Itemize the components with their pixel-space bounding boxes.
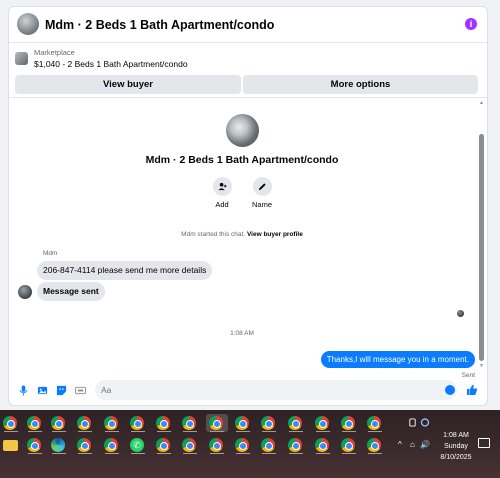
clock-time: 1:08 AM: [443, 432, 469, 439]
show-hidden-icons-chevron-icon[interactable]: ^: [398, 440, 402, 449]
chrome-icon[interactable]: [338, 414, 360, 432]
gif-icon[interactable]: [75, 385, 86, 396]
message-input[interactable]: [95, 380, 457, 400]
chrome-icon[interactable]: [48, 414, 70, 432]
marketplace-label: Marketplace: [34, 48, 75, 57]
pencil-icon: [252, 177, 272, 196]
network-icon[interactable]: ⌂: [410, 440, 415, 449]
chrome-icon[interactable]: [258, 436, 280, 454]
chrome-icon[interactable]: [127, 414, 149, 432]
add-button[interactable]: Add: [207, 177, 237, 209]
chrome-icon[interactable]: [153, 436, 175, 454]
thumbs-up-icon[interactable]: [466, 384, 478, 396]
conversation-title: Mdm · 2 Beds 1 Bath Apartment/condo: [145, 154, 339, 166]
scrollbar-thumb[interactable]: [479, 134, 484, 361]
listing-avatar[interactable]: [17, 13, 39, 35]
listing-thumbnail[interactable]: [15, 52, 28, 65]
clock-day: Sunday: [444, 443, 468, 450]
scroll-up-arrow-icon[interactable]: ▲: [479, 100, 484, 106]
taskbar: ✆ 1:08 AM Sunday 8/10/2025 ^ ⌂ 🔊: [0, 410, 500, 478]
listing-price-title[interactable]: $1,040 - 2 Beds 1 Bath Apartment/condo: [34, 59, 188, 69]
chat-header: Mdm · 2 Beds 1 Bath Apartment/condo i: [9, 7, 487, 43]
sender-avatar[interactable]: [18, 285, 32, 299]
outgoing-message[interactable]: Thanks,I will message you in a moment.: [320, 351, 475, 368]
chrome-icon[interactable]: [206, 436, 228, 454]
chrome-icon[interactable]: [232, 436, 254, 454]
name-label: Name: [251, 200, 272, 209]
chrome-icon[interactable]: [74, 436, 96, 454]
chrome-icon[interactable]: [364, 436, 386, 454]
system-tray: 1:08 AM Sunday 8/10/2025 ^ ⌂ 🔊: [396, 410, 500, 478]
chrome-icon[interactable]: [364, 414, 386, 432]
chat-header-title[interactable]: Mdm · 2 Beds 1 Bath Apartment/condo: [45, 18, 274, 32]
chrome-icon[interactable]: [101, 436, 123, 454]
chrome-icon[interactable]: [179, 414, 201, 432]
conversation-avatar: [226, 114, 259, 147]
tablet-icon[interactable]: [408, 418, 417, 427]
edge-icon[interactable]: [48, 436, 70, 454]
incoming-message[interactable]: Message sent: [37, 282, 105, 301]
sender-name: Mdm: [43, 250, 58, 257]
message-timestamp: 1:08 AM: [230, 330, 254, 337]
chrome-icon[interactable]: [153, 414, 175, 432]
chrome-icon[interactable]: [312, 436, 334, 454]
system-message: Mdm started this chat. View buyer profil…: [9, 231, 475, 238]
view-buyer-profile-link[interactable]: View buyer profile: [247, 231, 303, 238]
system-message-text: Mdm started this chat.: [181, 231, 246, 238]
sticker-icon[interactable]: [56, 385, 67, 396]
sync-icon[interactable]: [420, 418, 430, 427]
scroll-down-arrow-icon[interactable]: ▼: [479, 363, 484, 369]
file-explorer-icon[interactable]: [0, 436, 22, 454]
chrome-icon[interactable]: [24, 414, 46, 432]
photo-icon[interactable]: [37, 385, 48, 396]
chrome-icon[interactable]: [101, 414, 123, 432]
chat-window: Mdm · 2 Beds 1 Bath Apartment/condo i Ma…: [8, 6, 488, 406]
more-options-button[interactable]: More options: [243, 75, 478, 94]
message-list[interactable]: ▲ ▼ Mdm · 2 Beds 1 Bath Apartment/condo …: [9, 97, 487, 379]
chrome-icon[interactable]: [338, 436, 360, 454]
name-button[interactable]: Name: [247, 177, 277, 209]
view-buyer-button[interactable]: View buyer: [15, 75, 241, 94]
notification-icon[interactable]: [478, 438, 490, 448]
composer-bar: [9, 374, 487, 405]
chrome-icon[interactable]: [258, 414, 280, 432]
volume-icon[interactable]: 🔊: [420, 440, 430, 449]
chrome-icon[interactable]: [285, 414, 307, 432]
chrome-icon[interactable]: [232, 414, 254, 432]
whatsapp-icon[interactable]: ✆: [127, 436, 149, 454]
incoming-message[interactable]: 206-847-4114 please send me more details: [37, 261, 213, 280]
add-person-icon: [212, 177, 232, 196]
info-icon[interactable]: i: [465, 18, 477, 30]
chrome-icon[interactable]: [24, 436, 46, 454]
chrome-icon-active[interactable]: [206, 414, 228, 432]
add-label: Add: [215, 200, 229, 209]
clock-date: 8/10/2025: [440, 454, 472, 461]
emoji-icon[interactable]: [445, 385, 455, 395]
chrome-icon[interactable]: [312, 414, 334, 432]
listing-card: Marketplace $1,040 - 2 Beds 1 Bath Apart…: [9, 44, 487, 96]
read-receipt-avatar: [457, 310, 464, 317]
chrome-icon[interactable]: [285, 436, 307, 454]
chrome-icon[interactable]: [179, 436, 201, 454]
chrome-icon[interactable]: [0, 414, 22, 432]
chrome-icon[interactable]: [74, 414, 96, 432]
microphone-icon[interactable]: [18, 385, 29, 396]
clock[interactable]: 1:08 AM Sunday 8/10/2025: [434, 430, 478, 463]
